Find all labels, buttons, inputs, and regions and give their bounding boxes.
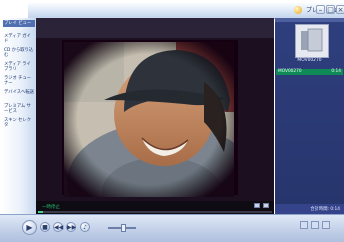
sidebar-item-radio-tuner[interactable]: ラジオ チューナー	[4, 76, 34, 86]
mute-button[interactable]: ♪	[80, 222, 90, 232]
view-mode-icon[interactable]	[263, 203, 269, 208]
now-playing-panel: MOV00270 MOV00270 0:14 合計時間: 0:14	[275, 18, 344, 224]
title-bar[interactable]: プレイ ビュー – □ ×	[28, 3, 344, 19]
close-button[interactable]: ×	[336, 5, 344, 14]
seek-progress	[38, 211, 43, 213]
repeat-icon[interactable]	[311, 221, 319, 229]
sidebar-item-now-playing[interactable]: プレイ ビュー	[3, 20, 35, 27]
person-video-frame	[64, 42, 234, 197]
fullscreen-icon[interactable]	[254, 203, 260, 208]
sidebar-item-copy-to-device[interactable]: デバイスへ転送	[4, 90, 34, 95]
minimize-button[interactable]: –	[316, 5, 325, 14]
playback-status: 一時停止	[42, 205, 60, 210]
media-player-window: プレイ ビュー – □ × プレイ ビュー メディア ガイド CD から取り込む…	[0, 0, 344, 242]
sidebar: プレイ ビュー メディア ガイド CD から取り込む メディア ライブラリ ラジ…	[0, 18, 37, 240]
maximize-button[interactable]: □	[326, 5, 335, 14]
total-time: 合計時間: 0:14	[310, 207, 340, 212]
album-caption: MOV00270	[297, 58, 322, 63]
album-art-icon	[296, 25, 328, 57]
sidebar-item-media-guide[interactable]: メディア ガイド	[4, 34, 34, 44]
album-art[interactable]	[295, 24, 329, 58]
media-player-logo-icon	[294, 6, 302, 14]
seek-bar[interactable]	[38, 211, 272, 213]
sidebar-item-premium-services[interactable]: プレミアム サービス	[4, 104, 34, 114]
previous-button[interactable]: ◀◀	[53, 222, 63, 232]
video-info-bar	[36, 18, 274, 38]
playlist-item[interactable]: MOV00270 0:14	[276, 69, 343, 75]
track-title: MOV00270	[278, 69, 302, 74]
sidebar-item-skin-chooser[interactable]: スキン セレクタ	[4, 118, 34, 128]
mini-player-icon[interactable]	[322, 221, 330, 229]
sidebar-item-copy-from-cd[interactable]: CD から取り込む	[4, 48, 34, 58]
play-button[interactable]: ▶	[22, 220, 37, 235]
transport-controls: ▶ ■ ◀◀ ▶▶ ♪	[0, 214, 344, 242]
status-bar: 一時停止	[36, 201, 274, 214]
stop-button[interactable]: ■	[40, 222, 50, 232]
panel-header	[275, 18, 344, 22]
volume-slider-knob[interactable]	[121, 224, 126, 232]
sidebar-item-media-library[interactable]: メディア ライブラリ	[4, 62, 34, 72]
next-button[interactable]: ▶▶	[66, 222, 76, 232]
track-duration: 0:14	[331, 69, 341, 74]
video-thumbnail[interactable]	[64, 42, 234, 197]
shuffle-icon[interactable]	[300, 221, 308, 229]
